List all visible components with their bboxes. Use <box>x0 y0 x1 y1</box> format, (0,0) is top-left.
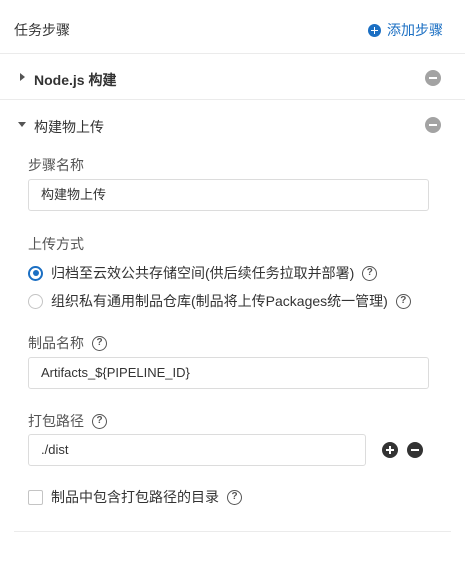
help-icon[interactable]: ? <box>395 293 411 309</box>
step-row-artifact-upload[interactable]: 构建物上传 <box>0 100 465 150</box>
step-name-label-text: 步骤名称 <box>28 157 84 173</box>
divider <box>14 531 451 532</box>
radio-unchecked-icon[interactable] <box>28 293 43 309</box>
step-title-nodejs-build: Node.js 构建 <box>34 72 117 88</box>
upload-option-public-storage-label: 归档至云效公共存储空间(供后续任务拉取并部署) <box>51 265 355 281</box>
upload-option-public-storage[interactable]: 归档至云效公共存储空间(供后续任务拉取并部署) ? <box>28 263 378 283</box>
step-name-label: 步骤名称 <box>28 155 84 175</box>
package-path-label: 打包路径 ? <box>28 411 107 431</box>
artifact-name-input[interactable]: Artifacts_${PIPELINE_ID} <box>28 357 429 389</box>
add-path-icon[interactable] <box>382 442 398 458</box>
include-directory-checkbox[interactable] <box>28 489 43 505</box>
upload-option-private-repo[interactable]: 组织私有通用制品仓库(制品将上传Packages统一管理) ? <box>28 291 411 311</box>
upload-method-label: 上传方式 <box>28 234 84 254</box>
add-circle-icon <box>368 23 381 37</box>
help-icon[interactable]: ? <box>227 489 242 505</box>
remove-step-icon[interactable] <box>425 70 441 86</box>
artifact-name-label: 制品名称 ? <box>28 333 107 353</box>
step-title-artifact-upload: 构建物上传 <box>34 119 104 135</box>
package-path-input[interactable]: ./dist <box>28 434 366 466</box>
caret-down-icon[interactable] <box>18 122 26 127</box>
radio-checked-icon[interactable] <box>28 265 43 281</box>
upload-method-label-text: 上传方式 <box>28 236 84 252</box>
help-icon[interactable]: ? <box>362 265 378 281</box>
include-directory-label: 制品中包含打包路径的目录 <box>51 489 219 505</box>
help-icon[interactable]: ? <box>92 413 107 429</box>
task-steps-header: 任务步骤 添加步骤 <box>0 0 465 54</box>
caret-right-icon[interactable] <box>20 73 25 81</box>
package-path-label-text: 打包路径 <box>28 413 84 429</box>
remove-step-icon[interactable] <box>425 117 441 133</box>
step-name-input[interactable]: 构建物上传 <box>28 179 429 211</box>
add-step-button[interactable]: 添加步骤 <box>368 20 443 40</box>
add-step-label: 添加步骤 <box>387 22 443 38</box>
help-icon[interactable]: ? <box>92 335 107 351</box>
artifact-name-label-text: 制品名称 <box>28 335 84 351</box>
task-steps-title: 任务步骤 <box>14 22 70 38</box>
include-directory-checkbox-row[interactable]: 制品中包含打包路径的目录 ? <box>28 487 242 507</box>
upload-option-private-repo-label: 组织私有通用制品仓库(制品将上传Packages统一管理) <box>51 293 388 309</box>
step-row-nodejs-build[interactable]: Node.js 构建 <box>0 54 465 100</box>
remove-path-icon[interactable] <box>407 442 423 458</box>
